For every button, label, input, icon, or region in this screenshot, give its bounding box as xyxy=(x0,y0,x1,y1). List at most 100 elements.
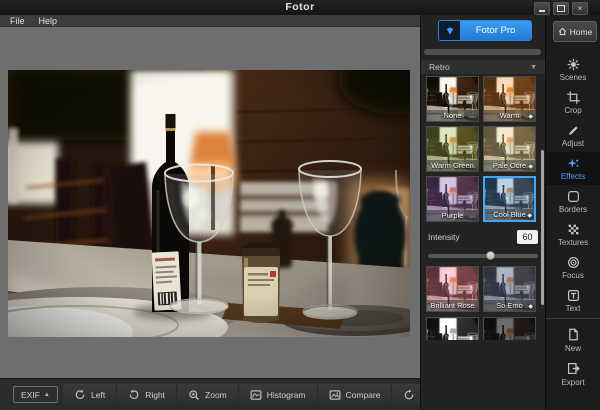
intensity-value[interactable]: 60 xyxy=(517,230,538,244)
effect-thumbnail-brilliant-rose[interactable]: Brilliant Rose xyxy=(426,266,479,312)
textures-icon xyxy=(567,222,580,236)
new-icon xyxy=(567,328,580,341)
menu-bar: File Help xyxy=(0,15,420,27)
sidebar-item-scenes[interactable]: Scenes xyxy=(546,53,600,86)
window-title: Fotor xyxy=(0,1,600,13)
reset-icon xyxy=(403,389,415,401)
close-icon: × xyxy=(578,5,583,13)
minimize-button[interactable] xyxy=(534,2,550,15)
intensity-slider[interactable] xyxy=(428,251,538,261)
close-button[interactable]: × xyxy=(572,2,588,15)
zoom-icon xyxy=(188,389,200,401)
menu-item-help[interactable]: Help xyxy=(39,16,58,26)
effect-thumbnail-cool-blue[interactable]: Cool Blue◆ xyxy=(483,176,536,222)
borders-icon xyxy=(567,189,580,203)
fotor-pro-button[interactable]: Fotor Pro xyxy=(438,20,532,41)
compare-button[interactable]: Compare xyxy=(318,384,392,405)
title-bar: Fotor × xyxy=(0,0,600,16)
toolbar-button-label: Compare xyxy=(346,390,381,400)
sidebar-item-focus[interactable]: Focus xyxy=(546,251,600,284)
effect-thumbnail-so-emo[interactable]: So Emo◆ xyxy=(483,266,536,312)
chevron-up-icon: ▲ xyxy=(44,392,50,398)
effect-thumbnail-warm[interactable]: Warm◆ xyxy=(483,76,536,122)
exif-button[interactable]: EXIF ▲ xyxy=(13,386,58,403)
histogram-icon xyxy=(250,389,262,401)
effects-grid: None xyxy=(426,76,536,222)
category-label: Retro xyxy=(429,62,450,72)
sidebar-footer: New Export xyxy=(546,318,600,391)
effect-tint-overlay xyxy=(427,318,478,340)
menu-item-file[interactable]: File xyxy=(10,16,25,26)
toolbar-button-group: LeftRightZoomHistogramCompareReset All xyxy=(63,384,465,405)
sidebar-item-label: Scenes xyxy=(560,73,587,82)
sidebar-item-textures[interactable]: Textures xyxy=(546,218,600,251)
zoom-button[interactable]: Zoom xyxy=(177,384,238,405)
home-icon xyxy=(558,27,567,36)
window-controls: × xyxy=(534,2,588,15)
export-icon xyxy=(567,362,580,376)
toolbar-button-label: Histogram xyxy=(267,390,306,400)
category-header-retro[interactable]: Retro ▼ xyxy=(421,60,545,74)
sidebar-item-borders[interactable]: Borders xyxy=(546,185,600,218)
effect-thumbnail-none[interactable]: None xyxy=(426,76,479,122)
home-button[interactable]: Home xyxy=(553,21,597,42)
maximize-button[interactable] xyxy=(553,2,569,15)
pro-badge-icon: ◆ xyxy=(527,212,532,219)
effect-thumbnail-warm-green[interactable]: Warm Green xyxy=(426,126,479,172)
sidebar-item-label: New xyxy=(565,344,581,353)
sidebar-item-label: Borders xyxy=(559,205,587,214)
text-icon xyxy=(567,288,580,302)
sidebar-item-label: Adjust xyxy=(562,139,584,148)
new-icon xyxy=(567,328,580,342)
effects-panel: Fotor Pro Retro ▼ xyxy=(420,15,545,410)
text-icon xyxy=(567,289,580,302)
effect-thumbnail[interactable] xyxy=(426,317,479,340)
scenes-icon xyxy=(567,58,580,71)
textures-icon xyxy=(567,223,580,236)
effect-thumbnail-purple[interactable]: Purple xyxy=(426,176,479,222)
borders-icon xyxy=(567,190,580,203)
export-icon xyxy=(567,362,580,375)
diamond-icon xyxy=(439,21,460,40)
left-button[interactable]: Left xyxy=(63,384,116,405)
right-button[interactable]: Right xyxy=(117,384,176,405)
photo-preview[interactable] xyxy=(8,70,410,337)
histogram-icon xyxy=(250,389,262,401)
sidebar-item-new[interactable]: New xyxy=(546,323,600,357)
sidebar-item-effects[interactable]: Effects xyxy=(546,152,600,185)
slider-track[interactable] xyxy=(428,254,538,258)
sidebar-item-crop[interactable]: Crop xyxy=(546,86,600,119)
rotate-right-icon xyxy=(128,389,140,401)
intensity-label: Intensity xyxy=(428,232,460,242)
sidebar-item-label: Focus xyxy=(562,271,584,280)
panel-scrollbar[interactable] xyxy=(541,150,544,305)
minimize-icon xyxy=(539,10,545,12)
toolbar-button-label: Right xyxy=(145,390,165,400)
rotate-left-icon xyxy=(74,389,86,401)
adjust-icon xyxy=(567,124,580,137)
sidebar-item-adjust[interactable]: Adjust xyxy=(546,119,600,152)
focus-icon xyxy=(567,255,580,269)
effects-icon xyxy=(567,157,580,170)
scenes-icon xyxy=(567,57,580,71)
editor-canvas xyxy=(0,27,420,378)
effect-thumbnail[interactable] xyxy=(483,317,536,340)
pro-badge-icon: ◆ xyxy=(528,113,533,120)
fotor-pro-label: Fotor Pro xyxy=(460,21,531,40)
sidebar-item-label: Export xyxy=(561,378,584,387)
adjust-icon xyxy=(567,123,580,137)
compare-icon xyxy=(329,389,341,401)
sidebar-item-label: Text xyxy=(566,304,581,313)
effect-tint-overlay xyxy=(484,318,535,340)
pro-badge-icon: ◆ xyxy=(528,163,533,170)
pro-badge-icon: ◆ xyxy=(528,303,533,310)
sidebar-item-export[interactable]: Export xyxy=(546,357,600,391)
slider-handle[interactable] xyxy=(486,251,495,260)
effect-thumbnail-pale-ocre[interactable]: Pale Ocre◆ xyxy=(483,126,536,172)
histogram-button[interactable]: Histogram xyxy=(239,384,317,405)
effects-icon xyxy=(567,156,580,170)
intensity-row: Intensity 60 xyxy=(428,228,538,245)
sidebar-item-text[interactable]: Text xyxy=(546,284,600,317)
effects-grid-continued: Brilliant Rose xyxy=(426,266,536,312)
collapsed-category-bar[interactable] xyxy=(424,49,541,55)
